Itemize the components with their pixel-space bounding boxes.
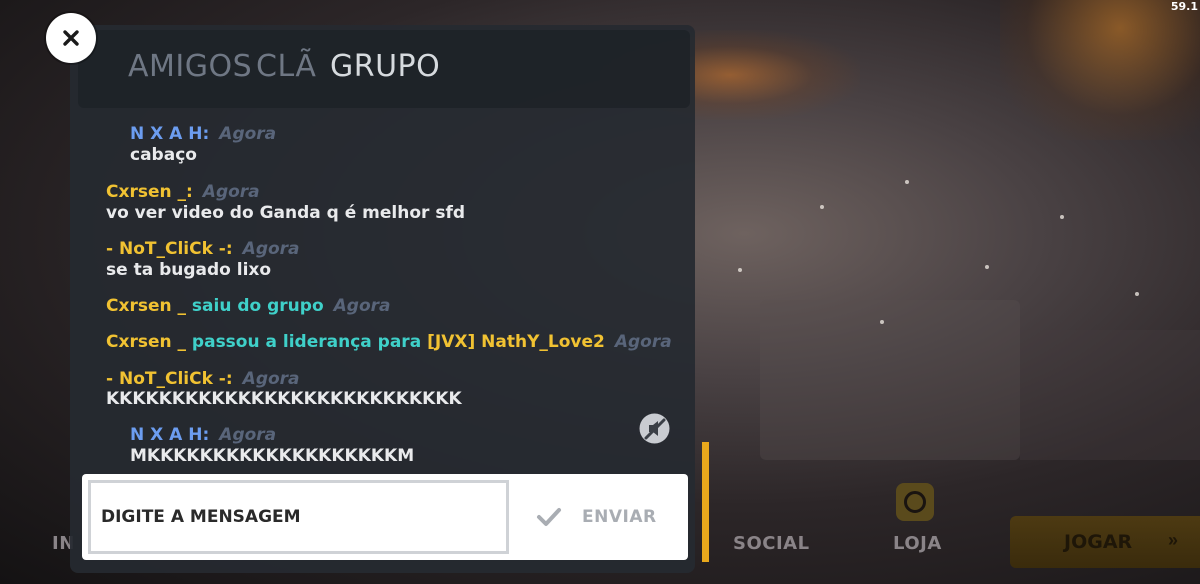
tab-cla[interactable]: CLÃ xyxy=(256,49,316,84)
check-icon xyxy=(537,508,561,526)
fps-counter: 59.1 xyxy=(1170,0,1198,13)
background-sparkle xyxy=(905,180,909,184)
message-sender[interactable]: - NoT_CliCk -: xyxy=(106,239,233,259)
stopwatch-icon[interactable] xyxy=(896,483,934,521)
message-header: - NoT_CliCk -: Agora xyxy=(106,369,300,389)
system-message: Cxrsen _ passou a liderança para [JVX] N… xyxy=(106,332,672,352)
jogar-button[interactable]: JOGAR » xyxy=(1010,516,1200,568)
message-time: Agora xyxy=(219,124,277,144)
double-chevron-icon: » xyxy=(1167,530,1178,550)
message-input[interactable] xyxy=(88,480,509,554)
message-text: KKKKKKKKKKKKKKKKKKKKKKKKKKK xyxy=(106,389,462,409)
message-time: Agora xyxy=(242,369,300,389)
message-time: Agora xyxy=(219,425,277,445)
nav-item-social[interactable]: SOCIAL xyxy=(733,533,810,554)
send-button[interactable]: ENVIAR xyxy=(512,480,684,554)
message-time: Agora xyxy=(333,296,391,316)
message-header: Cxrsen _: Agora xyxy=(106,182,260,202)
background-sparkle xyxy=(880,320,884,324)
message-time: Agora xyxy=(202,182,260,202)
system-target[interactable]: [JVX] NathY_Love2 xyxy=(427,332,605,352)
system-action: saiu do grupo xyxy=(191,296,324,316)
message-header: - NoT_CliCk -: Agora xyxy=(106,239,300,259)
background-sparkle xyxy=(820,205,824,209)
system-message: Cxrsen _ saiu do grupo Agora xyxy=(106,296,391,316)
background-sparkle xyxy=(1060,215,1064,219)
background-shape xyxy=(760,300,1020,460)
message-header: N X A H: Agora xyxy=(130,425,276,445)
message-text: cabaço xyxy=(130,145,197,165)
message-time: Agora xyxy=(614,332,672,352)
close-button[interactable] xyxy=(46,13,96,63)
background-glow xyxy=(1000,0,1200,140)
nav-item-loja[interactable]: LOJA xyxy=(893,533,942,554)
message-text: MKKKKKKKKKKKKKKKKKKKM xyxy=(130,446,415,466)
background-shape xyxy=(1020,330,1200,460)
message-sender[interactable]: N X A H: xyxy=(130,425,209,445)
message-sender[interactable]: N X A H: xyxy=(130,124,209,144)
message-time: Agora xyxy=(242,239,300,259)
background-sparkle xyxy=(738,268,742,272)
system-action: passou a liderança para xyxy=(191,332,422,352)
message-sender[interactable]: - NoT_CliCk -: xyxy=(106,369,233,389)
scroll-indicator xyxy=(702,442,709,562)
mute-icon[interactable] xyxy=(638,412,671,445)
message-sender[interactable]: Cxrsen _ xyxy=(106,296,186,316)
send-label: ENVIAR xyxy=(582,507,657,527)
tab-grupo[interactable]: GRUPO xyxy=(330,49,440,84)
close-icon xyxy=(63,30,79,46)
message-header: N X A H: Agora xyxy=(130,124,276,144)
background-sparkle xyxy=(1135,292,1139,296)
message-sender[interactable]: Cxrsen _: xyxy=(106,182,193,202)
background-sparkle xyxy=(985,265,989,269)
message-text: vo ver video do Ganda q é melhor sfd xyxy=(106,203,466,223)
jogar-label: JOGAR xyxy=(1064,531,1133,553)
message-sender[interactable]: Cxrsen _ xyxy=(106,332,186,352)
tab-amigos[interactable]: AMIGOS xyxy=(128,49,252,84)
message-text: se ta bugado lixo xyxy=(106,260,272,280)
